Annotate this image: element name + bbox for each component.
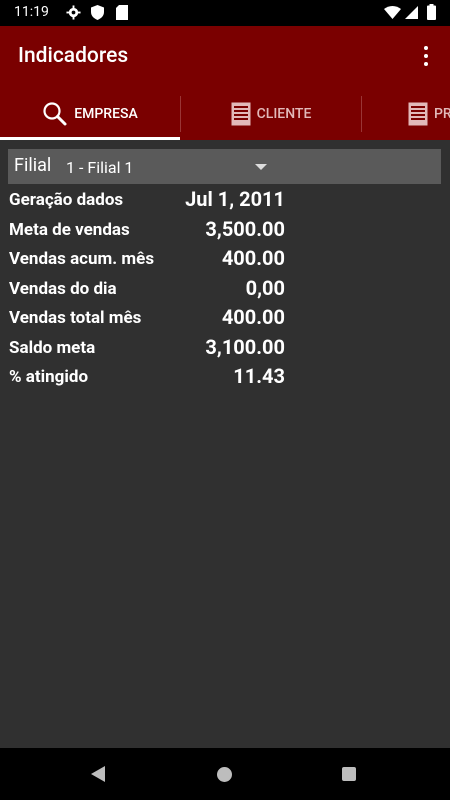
back-icon[interactable] — [91, 766, 105, 782]
filial-selected-value: 1 - Filial 1 — [66, 158, 134, 177]
indicator-value: 3,500.00 — [205, 216, 285, 241]
indicator-label: Geração dados — [9, 190, 124, 210]
page-title: Indicadores — [18, 44, 129, 68]
indicators-list: Geração dados Jul 1, 2011 Meta de vendas… — [0, 186, 450, 393]
indicator-row: Geração dados Jul 1, 2011 — [0, 186, 450, 216]
indicator-row: Vendas acum. mês 400.00 — [0, 245, 450, 275]
tab-bar: EMPRESA CLIENTE PR — [0, 88, 450, 140]
dropdown-arrow-icon — [255, 164, 267, 170]
indicator-label: Vendas do dia — [9, 278, 117, 299]
system-nav-bar — [0, 748, 450, 800]
search-icon — [43, 102, 67, 126]
indicator-label: Vendas acum. mês — [9, 249, 155, 269]
indicator-value: 3,100.00 — [205, 334, 285, 359]
sd-card-icon — [116, 5, 128, 20]
battery-icon — [427, 4, 436, 20]
indicator-value: Jul 1, 2011 — [185, 187, 285, 211]
indicator-row: Vendas total mês 400.00 — [0, 304, 450, 334]
tab-label: CLIENTE — [256, 106, 312, 122]
app-bar: Indicadores — [0, 26, 450, 88]
tab-cliente[interactable]: CLIENTE — [181, 88, 361, 140]
indicator-value: 0,00 — [245, 275, 285, 300]
status-time: 11:19 — [14, 4, 49, 20]
status-bar: 11:19 — [0, 0, 450, 26]
filial-spinner[interactable]: Filial 1 - Filial 1 — [8, 149, 441, 184]
indicator-row: Saldo meta 3,100.00 — [0, 334, 450, 364]
indicator-value: 11.43 — [233, 364, 285, 388]
indicator-row: Meta de vendas 3,500.00 — [0, 216, 450, 246]
document-icon — [231, 102, 251, 126]
wifi-icon — [384, 6, 401, 19]
overflow-menu-icon[interactable] — [416, 46, 436, 70]
document-icon — [408, 102, 428, 126]
recent-apps-icon[interactable] — [342, 767, 356, 781]
indicator-value: 400.00 — [221, 305, 285, 329]
home-icon[interactable] — [217, 767, 232, 782]
signal-icon — [405, 6, 418, 19]
indicator-label: Meta de vendas — [9, 219, 130, 240]
indicator-value: 400.00 — [221, 246, 285, 270]
filial-label: Filial — [14, 155, 52, 176]
tab-indicator — [0, 137, 180, 140]
tab-pr[interactable]: PR — [362, 88, 450, 140]
indicator-row: % atingido 11.43 — [0, 363, 450, 393]
shield-icon — [91, 5, 104, 20]
indicator-row: Vendas do dia 0,00 — [0, 275, 450, 305]
gear-icon — [66, 5, 81, 20]
indicator-label: % atingido — [9, 367, 89, 387]
tab-empresa[interactable]: EMPRESA — [0, 88, 180, 140]
tab-label: EMPRESA — [74, 106, 138, 122]
indicator-label: Saldo meta — [9, 337, 96, 358]
indicator-label: Vendas total mês — [9, 308, 142, 328]
tab-label: PR — [434, 106, 450, 122]
